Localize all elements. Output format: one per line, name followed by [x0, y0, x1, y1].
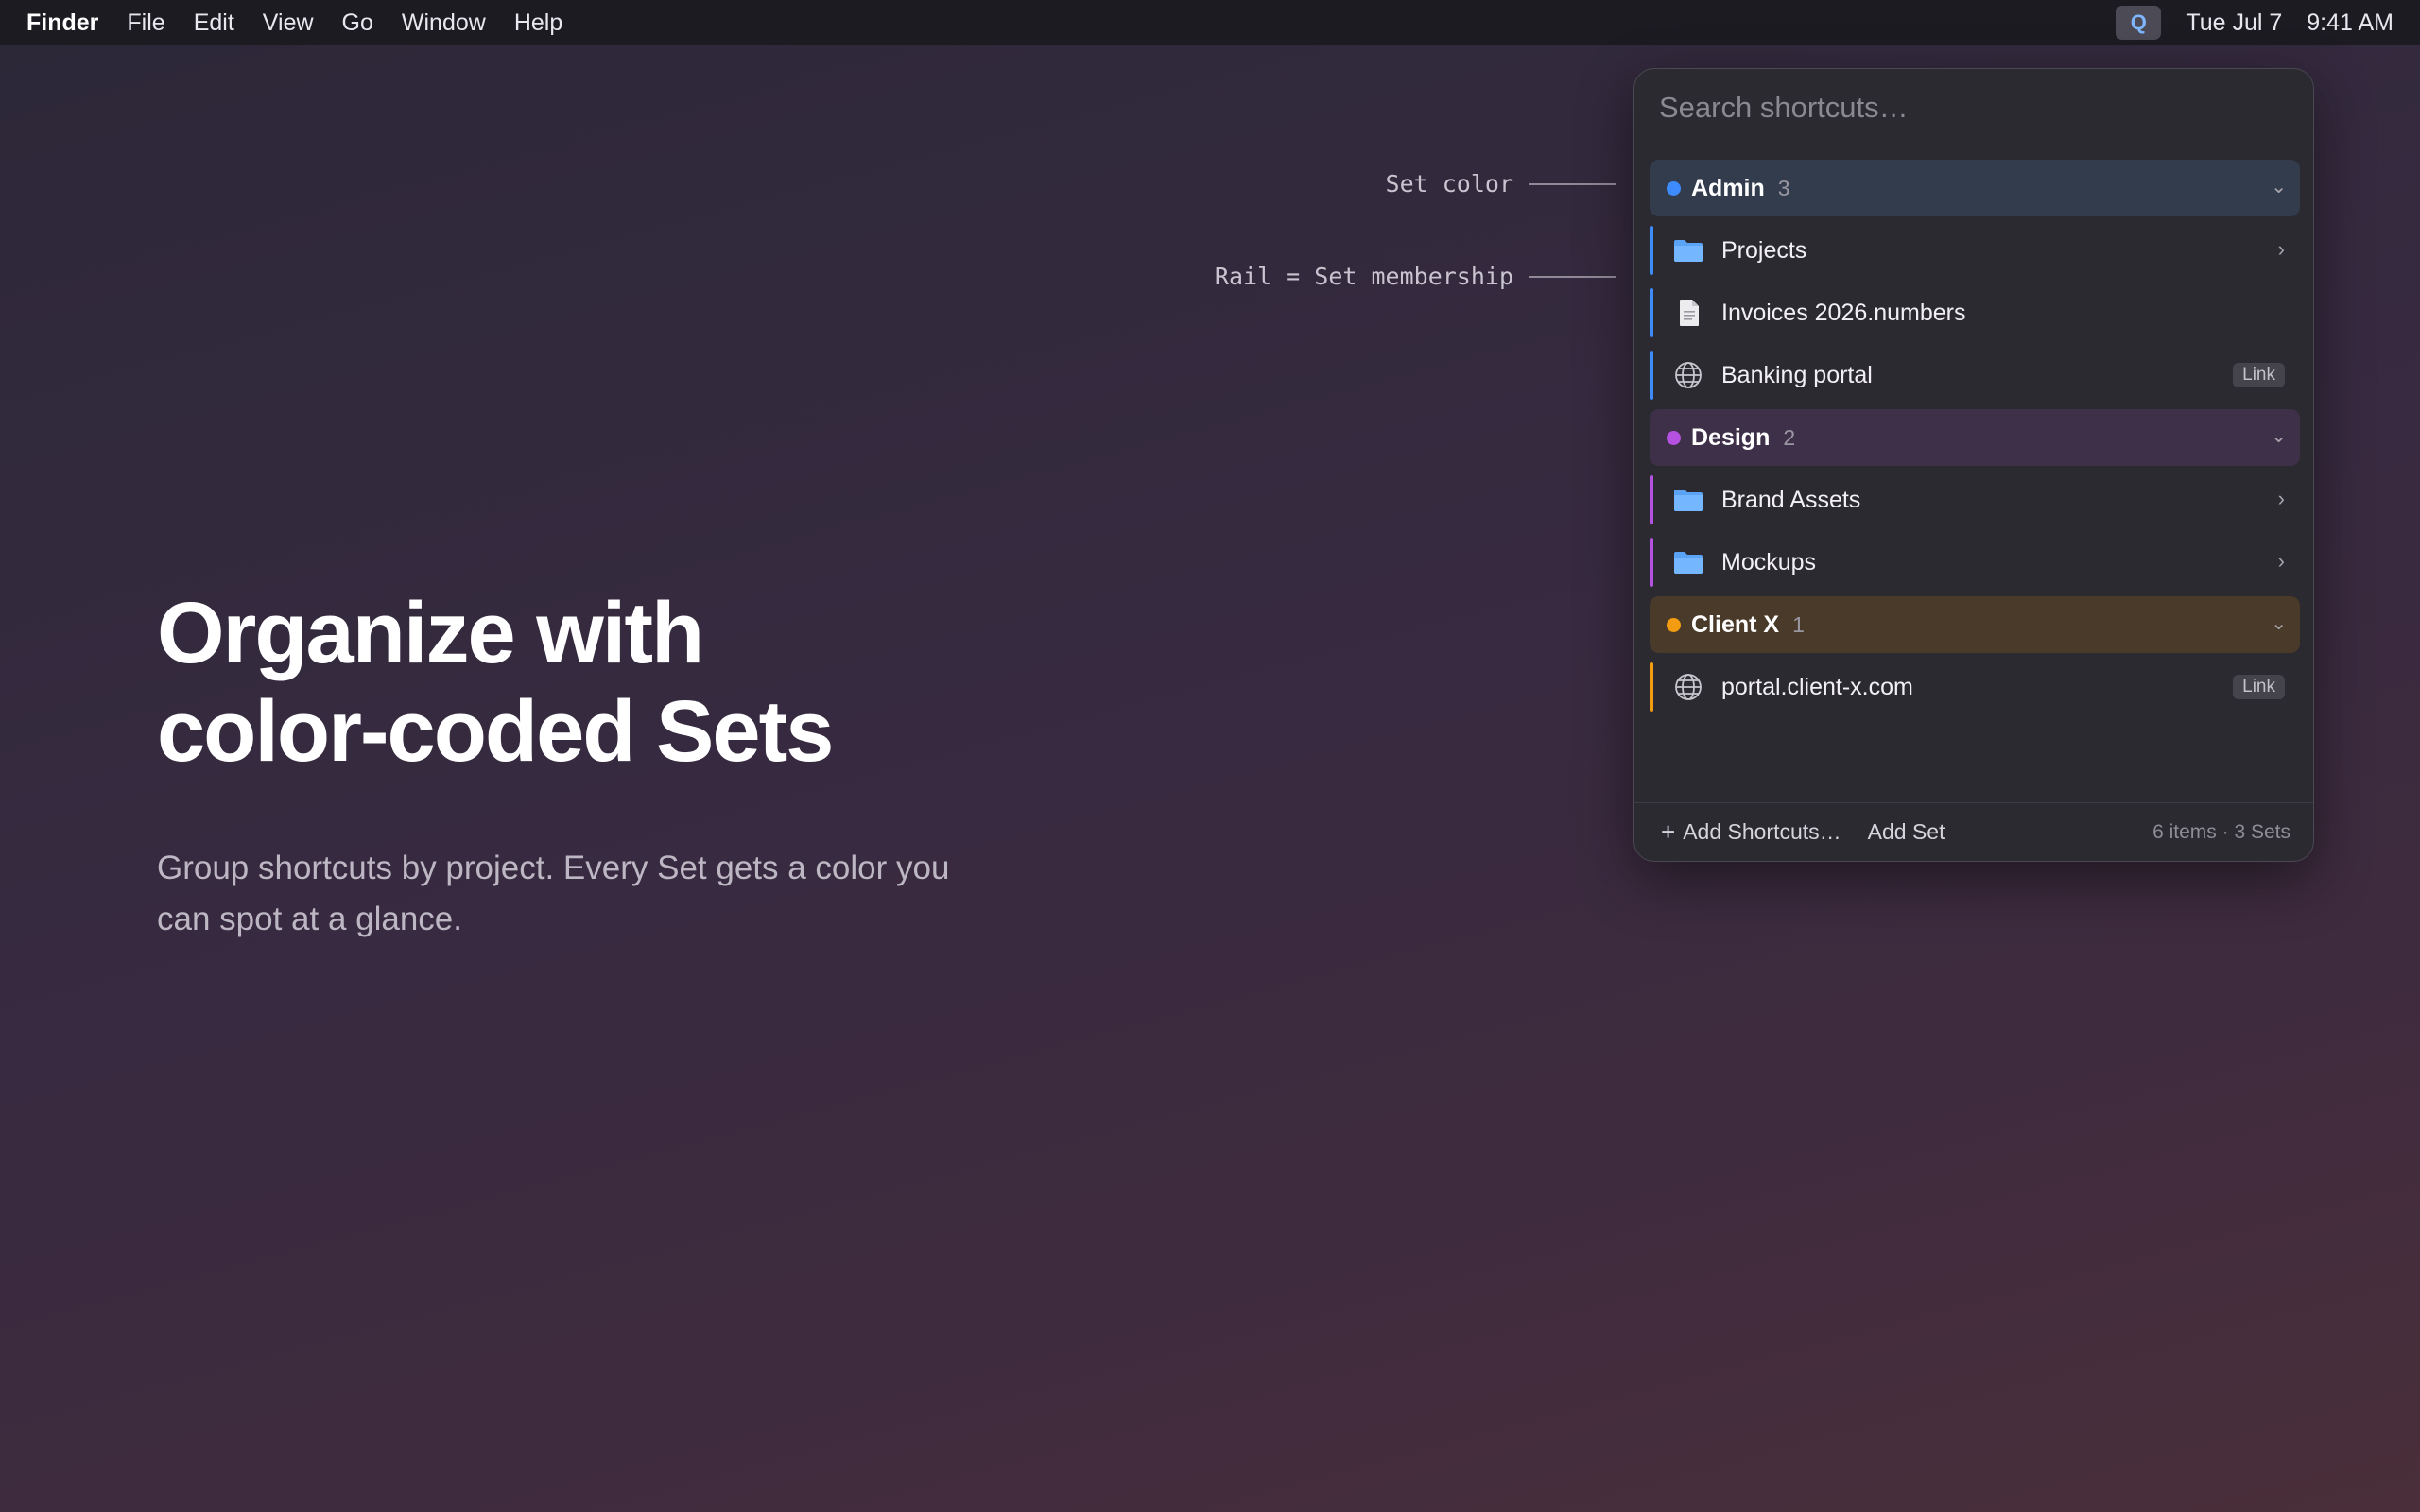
- set-rail: [1650, 288, 1653, 337]
- set-rail: [1650, 538, 1653, 587]
- add-shortcuts-label: Add Shortcuts…: [1683, 819, 1841, 844]
- shortcut-item[interactable]: Projects ›: [1650, 222, 2300, 279]
- set-color-dot: [1667, 430, 1681, 445]
- folder-icon: [1674, 552, 1703, 574]
- annotation-set-color-text: Set color: [1385, 170, 1513, 198]
- search-input[interactable]: [1659, 90, 2264, 125]
- chevron-down-icon[interactable]: ⌄: [2271, 611, 2287, 635]
- annotation-leader-line: [1529, 182, 1616, 185]
- document-icon: [1680, 300, 1699, 326]
- set-color-dot: [1667, 617, 1681, 632]
- set-header-design[interactable]: Design 2 ⌄: [1650, 409, 2300, 466]
- set-count: 3: [1777, 175, 1790, 200]
- menu-bar-left: Finder File Edit View Go Window Help: [0, 9, 591, 37]
- link-badge: Link: [2233, 363, 2285, 387]
- set-name: Admin: [1691, 174, 1765, 201]
- add-shortcuts-button[interactable]: + Add Shortcuts…: [1661, 817, 1841, 847]
- hero-title-line1: Organize with: [157, 585, 704, 681]
- menu-go[interactable]: Go: [342, 9, 373, 37]
- set-header-admin[interactable]: Admin 3 ⌄: [1650, 160, 2300, 216]
- globe-icon: [1675, 362, 1702, 388]
- hero-title-line2: color-coded Sets: [157, 683, 834, 780]
- menu-bar-right: Q Tue Jul 7 9:41 AM: [2116, 0, 2394, 45]
- globe-icon: [1675, 674, 1702, 700]
- folder-icon: [1674, 490, 1703, 511]
- chevron-right-icon[interactable]: ›: [2278, 549, 2285, 574]
- plus-icon: +: [1661, 817, 1676, 846]
- shortcut-label: Mockups: [1721, 549, 1817, 576]
- shortcut-item[interactable]: Mockups ›: [1650, 534, 2300, 591]
- set-rail: [1650, 662, 1653, 712]
- shortcuts-panel: Admin 3 ⌄ Projects › Invoices 2026.numbe…: [1634, 68, 2314, 862]
- set-rail: [1650, 351, 1653, 400]
- menu-edit[interactable]: Edit: [194, 9, 234, 37]
- menu-view[interactable]: View: [263, 9, 314, 37]
- chevron-right-icon[interactable]: ›: [2278, 237, 2285, 262]
- annotation-set-color: Set color: [1386, 170, 1616, 198]
- menu-app-name[interactable]: Finder: [26, 9, 98, 37]
- shortcut-label: Projects: [1721, 237, 1807, 264]
- shortcut-item[interactable]: Banking portal Link: [1650, 347, 2300, 404]
- add-set-button[interactable]: Add Set: [1868, 819, 1945, 845]
- chevron-down-icon[interactable]: ⌄: [2271, 424, 2287, 448]
- annotation-leader-line: [1529, 275, 1616, 278]
- app-status-icon[interactable]: Q: [2116, 6, 2162, 40]
- shortcut-label: portal.client-x.com: [1721, 674, 1913, 700]
- set-name: Design: [1691, 423, 1771, 451]
- set-count: 1: [1792, 611, 1805, 637]
- set-name: Client X: [1691, 610, 1780, 638]
- set-rail: [1650, 475, 1653, 524]
- menu-time[interactable]: 9:41 AM: [2307, 9, 2394, 37]
- search-bar: [1634, 69, 2313, 146]
- set-rail: [1650, 226, 1653, 275]
- annotation-rail-text: Rail = Set membership: [1214, 263, 1513, 290]
- menu-file[interactable]: File: [127, 9, 164, 37]
- panel-footer: + Add Shortcuts… Add Set 6 items · 3 Set…: [1634, 802, 2313, 861]
- menu-window[interactable]: Window: [402, 9, 486, 37]
- set-color-dot: [1667, 180, 1681, 196]
- link-badge: Link: [2233, 675, 2285, 699]
- set-header-client-x[interactable]: Client X 1 ⌄: [1650, 596, 2300, 653]
- shortcut-label: Banking portal: [1721, 362, 1873, 388]
- menu-date[interactable]: Tue Jul 7: [2186, 9, 2282, 37]
- shortcut-label: Brand Assets: [1721, 487, 1861, 513]
- chevron-right-icon[interactable]: ›: [2278, 487, 2285, 511]
- hero-subtitle: Group shortcuts by project. Every Set ge…: [157, 850, 950, 937]
- shortcut-item[interactable]: Brand Assets ›: [1650, 472, 2300, 528]
- shortcut-list: Admin 3 ⌄ Projects › Invoices 2026.numbe…: [1650, 160, 2300, 721]
- shortcut-label: Invoices 2026.numbers: [1721, 300, 1966, 326]
- chevron-down-icon[interactable]: ⌄: [2271, 175, 2287, 198]
- folder-icon: [1674, 240, 1703, 262]
- set-count: 2: [1783, 424, 1796, 450]
- menu-help[interactable]: Help: [514, 9, 562, 37]
- shortcut-item[interactable]: Invoices 2026.numbers: [1650, 284, 2300, 341]
- menu-bar: Finder File Edit View Go Window Help Q T…: [0, 0, 2420, 45]
- annotation-rail: Rail = Set membership: [1215, 263, 1616, 290]
- item-count-summary: 6 items · 3 Sets: [2152, 820, 2290, 843]
- hero-title: Organize with color-coded Sets: [157, 584, 1008, 781]
- shortcut-item[interactable]: portal.client-x.com Link: [1650, 659, 2300, 715]
